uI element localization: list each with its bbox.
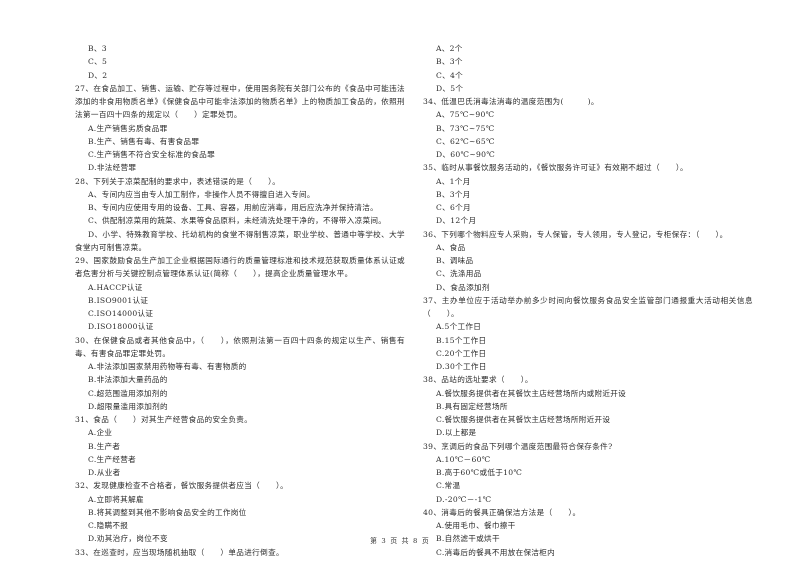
option: D.30个工作日 <box>436 362 487 371</box>
question-39: 39、烹调后的食品下列哪个温度范围最符合保存条件? A.10℃－60℃ B.高于… <box>423 440 753 506</box>
option: B、3 <box>88 44 107 53</box>
option: D、食品添加剂 <box>436 282 490 292</box>
exam-page: B、3 C、5 D、2 27、在食品加工、销售、运输、贮存等过程中，使用国务院有… <box>0 0 800 565</box>
option: A、75℃~90℃ <box>436 110 495 120</box>
option: B.生产、销售有毒、有害食品罪 <box>88 136 200 146</box>
option: A.HACCP认证 <box>88 282 143 292</box>
option: A.生产销售劣质食品罪 <box>88 123 168 133</box>
question-38: 38、品站的选址要求（ ）。 A.餐饮服务提供者在其餐饮主店经营场所内或附近开设… <box>423 373 753 439</box>
option: B、3个 <box>436 57 463 67</box>
question-28: 28、下列关于凉菜配制的要求中，表述错误的是（ ）。 A、专间内应当由专人加工制… <box>75 175 405 255</box>
option: D、小学、特殊教育学校、托幼机构的食堂不得制售凉菜，职业学校、普通中等学校、大学… <box>75 229 405 252</box>
option: C、4个 <box>436 70 464 80</box>
question-stem: 38、品站的选址要求（ ）。 <box>423 375 533 385</box>
option: B.非法添加大量药品的 <box>88 375 168 385</box>
option: C.20个工作日 <box>436 348 487 358</box>
option: A.企业 <box>88 428 113 438</box>
question-stem: 39、烹调后的食品下列哪个温度范围最符合保存条件? <box>423 441 613 451</box>
question-stem: 29、国家鼓励食品生产加工企业根据国际通行的质量管理标准和技术规范获取质量体系认… <box>75 256 405 279</box>
question-37: 37、主办单位应于活动举办前多少时间向餐饮服务食品安全监管部门通报重大活动相关信… <box>423 294 753 374</box>
option: B.高于60℃或低于10℃ <box>436 468 523 477</box>
option: C、6个月 <box>436 203 471 212</box>
question-stem: 28、下列关于凉菜配制的要求中，表述错误的是（ ）。 <box>75 176 281 186</box>
option: C.超范围滥用添加剂的 <box>88 388 168 398</box>
option: C、供配制凉菜用的蔬菜、水果等食品原料，未经清洗处理干净的，不得带入凉菜间。 <box>88 216 387 226</box>
option: B.将其调整到其他不影响食品安全的工作岗位 <box>88 507 247 517</box>
option: B.具有固定经营场所 <box>436 401 508 411</box>
option: A.餐饮服务提供者在其餐饮主店经营场所内或附近开设 <box>436 388 627 398</box>
option: B.ISO9001认证 <box>88 295 149 305</box>
question-stem: 30、在保健食品或者其他食品中，（ ），依照刑法第一百四十四条的规定以生产、销售… <box>75 335 405 358</box>
option: D.超限量滥用添加剂的 <box>88 401 168 411</box>
question-30: 30、在保健食品或者其他食品中，（ ），依照刑法第一百四十四条的规定以生产、销售… <box>75 334 405 414</box>
question-33: 33、在巡查时，应当现场随机抽取（ ）单品进行倒查。 <box>75 546 405 559</box>
question-34: 34、低温巴氏消毒法消毒的温度范围为( )。 A、75℃~90℃ B、73℃~7… <box>423 95 753 161</box>
question-40: 40、消毒后的餐具正确保洁方法是（ ）。 A.使用毛巾、餐巾擦干 B.自然滤干或… <box>423 506 753 559</box>
question-stem: 37、主办单位应于活动举办前多少时间向餐饮服务食品安全监管部门通报重大活动相关信… <box>423 295 753 318</box>
option: D、2 <box>88 70 108 80</box>
question-stem: 40、消毒后的餐具正确保洁方法是（ ）。 <box>423 507 581 517</box>
question-stem: 33、在巡查时，应当现场随机抽取（ ）单品进行倒查。 <box>75 547 284 557</box>
question-stem: 36、下列哪个物料应专人采购，专人保管，专人领用，专人登记，专柜保存：（ ）。 <box>423 229 728 239</box>
option: B、调味品 <box>436 256 474 265</box>
option: C.餐饮服务提供者在其餐饮主店经营场所附近开设 <box>436 415 611 424</box>
option: A.非法添加国家禁用药物等有毒、有害物质的 <box>88 362 247 371</box>
right-column: A、2个 B、3个 C、4个 D、5个 34、低温巴氏消毒法消毒的温度范围为( … <box>423 42 753 559</box>
question-29: 29、国家鼓励食品生产加工企业根据国际通行的质量管理标准和技术规范获取质量体系认… <box>75 254 405 334</box>
question-31: 31、食品（ ）对其生产经营食品的安全负责。 A.企业 B.生产者 C.生产经营… <box>75 413 405 479</box>
option: C.常温 <box>436 481 461 491</box>
question-stem: 27、在食品加工、销售、运输、贮存等过程中，使用国务院有关部门公布的《食品中可能… <box>75 83 405 120</box>
option: A、2个 <box>436 44 463 53</box>
option: B、专间内应使用专用的设备、工具、容器，用前应消毒，用后应洗净并保持清洁。 <box>88 203 379 212</box>
option: C.隐瞒不报 <box>88 521 129 530</box>
option: B.生产者 <box>88 441 121 451</box>
option: D.ISO18000认证 <box>88 322 154 332</box>
option: B、73℃~75℃ <box>436 123 495 133</box>
option: D.-20℃－-1℃ <box>436 494 492 504</box>
option: B.15个工作日 <box>436 335 487 345</box>
option: D、12个月 <box>436 216 477 226</box>
option: A.使用毛巾、餐巾擦干 <box>436 521 516 530</box>
question-stem: 31、食品（ ）对其生产经营食品的安全负责。 <box>75 415 253 424</box>
option: A、食品 <box>436 242 466 252</box>
option: D.从业者 <box>88 468 121 477</box>
question-35: 35、临时从事餐饮服务活动的，《餐饮服务许可证》有效期不超过（ ）。 A、1个月… <box>423 161 753 227</box>
option: C、62℃~65℃ <box>436 136 495 146</box>
question-stem: 34、低温巴氏消毒法消毒的温度范围为( )。 <box>423 97 599 106</box>
question-27: 27、在食品加工、销售、运输、贮存等过程中，使用国务院有关部门公布的《食品中可能… <box>75 82 405 175</box>
page-number: 第 3 页 共 8 页 <box>370 537 430 545</box>
option: A.10℃－60℃ <box>436 454 491 464</box>
option: C.生产销售不符合安全标准的食品罪 <box>88 150 215 159</box>
option: D、5个 <box>436 83 464 93</box>
option: D、60℃~90℃ <box>436 150 496 159</box>
left-column: B、3 C、5 D、2 27、在食品加工、销售、运输、贮存等过程中，使用国务院有… <box>75 42 405 559</box>
option: A、1个月 <box>436 176 471 186</box>
option: C、洗涤用品 <box>436 269 482 279</box>
option: D.非法经营罪 <box>88 163 137 173</box>
question-stem: 35、临时从事餐饮服务活动的，《餐饮服务许可证》有效期不超过（ ）。 <box>423 163 688 173</box>
option: A.5个工作日 <box>436 322 482 332</box>
option: A.立即将其解雇 <box>88 494 144 504</box>
option: C.生产经营者 <box>88 454 137 464</box>
option: B、3个月 <box>436 189 471 199</box>
option: D.以上都是 <box>436 428 477 438</box>
option: C.消毒后的餐具不用放在保洁柜内 <box>436 547 556 557</box>
question-36: 36、下列哪个物料应专人采购，专人保管，专人领用，专人登记，专柜保存：（ ）。 … <box>423 228 753 294</box>
option: A、专间内应当由专人加工制作，非操作人员不得擅自进入专间。 <box>88 189 315 199</box>
question-stem: 32、发现健康检查不合格者，餐饮服务提供者应当（ ）。 <box>75 481 289 491</box>
option: C.ISO14000认证 <box>88 309 154 318</box>
option: C、5 <box>88 57 108 67</box>
